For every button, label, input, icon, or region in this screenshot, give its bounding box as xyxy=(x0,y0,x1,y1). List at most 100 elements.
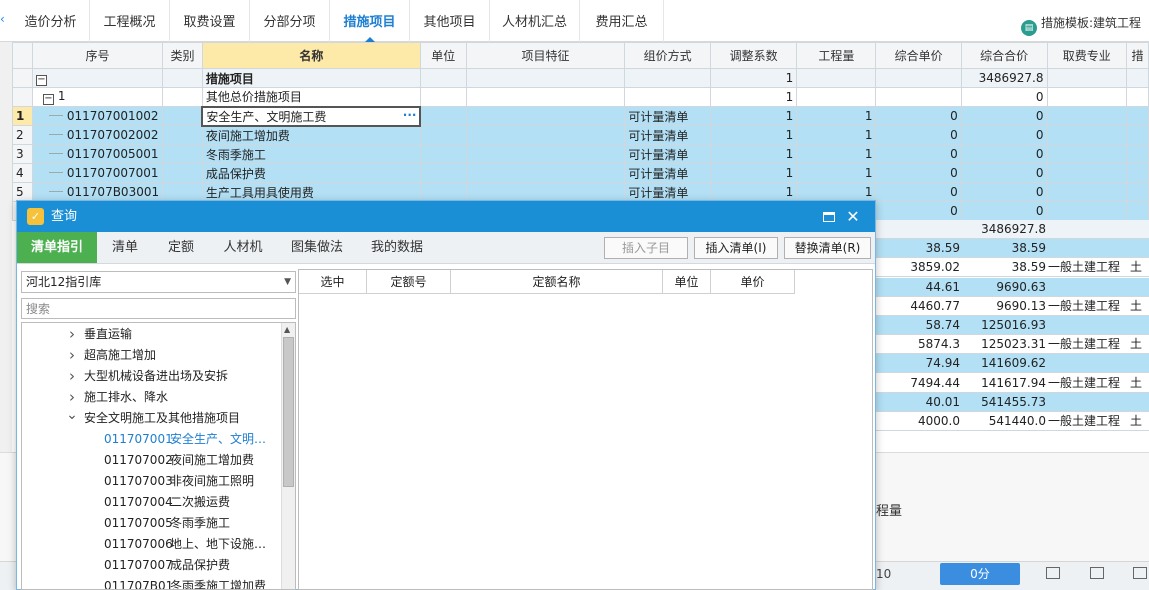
tree-folder-item[interactable]: › 超高施工增加 xyxy=(22,345,280,366)
cell-name[interactable]: 措施项目 xyxy=(201,68,421,88)
cell-extra[interactable] xyxy=(1125,163,1149,183)
cell-method[interactable] xyxy=(624,68,711,88)
col-header-unit-price[interactable]: 综合单价 xyxy=(875,42,962,69)
cell-c1[interactable]: 3859.02 xyxy=(876,258,960,277)
cell-total[interactable]: 0 xyxy=(960,87,1048,107)
cell-c1[interactable]: 44.61 xyxy=(876,278,960,297)
tab-project-overview[interactable]: 工程概况 xyxy=(90,0,170,42)
grid-row-right-part[interactable]: 5874.3 125023.31 一般土建工程土 xyxy=(876,335,1149,355)
cell-feature[interactable] xyxy=(465,87,626,107)
cell-c3[interactable] xyxy=(1048,316,1128,335)
col-header-seq[interactable]: 序号 xyxy=(31,42,164,69)
cell-major[interactable] xyxy=(1046,182,1127,202)
tree-folder-item[interactable]: › 施工排水、降水 xyxy=(22,387,280,408)
cell-total[interactable]: 0 xyxy=(960,182,1048,202)
col-header-category[interactable]: 类别 xyxy=(162,42,203,69)
grid-row-right-part[interactable]: 3859.02 38.59 一般土建工程土 xyxy=(876,258,1149,278)
cell-extra[interactable] xyxy=(1125,106,1149,126)
cell-c4[interactable] xyxy=(1130,316,1149,335)
dtab-atlas-method[interactable]: 图集做法 xyxy=(277,232,357,263)
col-header-unit[interactable]: 单位 xyxy=(419,42,467,69)
cell-c3[interactable] xyxy=(1048,220,1128,239)
cell-coef[interactable]: 1 xyxy=(709,144,798,164)
view-single-icon[interactable] xyxy=(1046,567,1060,579)
tab-labor-material-summary[interactable]: 人材机汇总 xyxy=(490,0,580,42)
cell-c4[interactable] xyxy=(1130,220,1149,239)
measure-template-selector[interactable]: ▤ 措施模板:建筑工程 xyxy=(1020,14,1141,36)
cell-total[interactable]: 0 xyxy=(960,201,1048,221)
cell-total[interactable]: 0 xyxy=(960,144,1048,164)
qcol-header-unit[interactable]: 单位 xyxy=(663,270,711,294)
qcol-header-unit-price[interactable]: 单价 xyxy=(711,270,795,294)
grid-row-right-part[interactable]: 44.61 9690.63 xyxy=(876,277,1149,297)
cell-feature[interactable] xyxy=(465,144,626,164)
cell-c2[interactable]: 541440.0 xyxy=(962,412,1046,431)
maximize-icon[interactable] xyxy=(823,212,835,222)
tree-leaf-item[interactable]: 011707007 成品保护费 xyxy=(22,555,280,576)
cell-cat[interactable] xyxy=(162,163,203,183)
cell-c3[interactable]: 一般土建工程 xyxy=(1048,374,1128,393)
row-number[interactable]: 1 xyxy=(12,106,33,126)
cell-code[interactable]: 011707001002 xyxy=(31,106,164,126)
cell-total[interactable]: 3486927.8 xyxy=(960,68,1048,88)
cell-c3[interactable]: 一般土建工程 xyxy=(1048,297,1128,316)
grid-row[interactable]: 2 011707002002 夜间施工增加费 可计量清单 1 1 0 0 xyxy=(12,125,1149,145)
cell-c1[interactable]: 7494.44 xyxy=(876,374,960,393)
chevron-right-icon[interactable]: › xyxy=(66,345,78,365)
cell-major[interactable] xyxy=(1046,125,1127,145)
tab-measures[interactable]: 措施项目 xyxy=(330,0,410,42)
cell-c1[interactable]: 58.74 xyxy=(876,316,960,335)
cell-cat[interactable] xyxy=(162,182,203,202)
insert-list-button[interactable]: 插入清单(I) xyxy=(694,237,778,259)
collapse-icon[interactable]: − xyxy=(42,94,54,105)
cell-price[interactable]: 0 xyxy=(875,163,962,183)
cell-c2[interactable]: 141609.62 xyxy=(962,354,1046,373)
score-button[interactable]: 0分 xyxy=(940,563,1020,585)
cell-extra[interactable] xyxy=(1125,182,1149,202)
grid-row-right-part[interactable]: 4460.77 9690.13 一般土建工程土 xyxy=(876,296,1149,316)
tab-fee-settings[interactable]: 取费设置 xyxy=(170,0,250,42)
cell-price[interactable]: 0 xyxy=(875,201,962,221)
qcol-header-quota-name[interactable]: 定额名称 xyxy=(451,270,663,294)
tab-cost-analysis[interactable]: 造价分析 xyxy=(12,0,90,42)
cell-unit[interactable] xyxy=(419,68,467,88)
chevron-right-icon[interactable]: › xyxy=(66,324,78,344)
cell-qty[interactable]: 1 xyxy=(796,144,877,164)
cell-price[interactable]: 0 xyxy=(875,182,962,202)
cell-c2[interactable]: 3486927.8 xyxy=(962,220,1046,239)
cell-name[interactable]: 冬雨季施工 xyxy=(201,144,421,164)
tab-subsection[interactable]: 分部分项 xyxy=(250,0,330,42)
cell-cat[interactable] xyxy=(162,87,203,107)
row-number[interactable]: 4 xyxy=(12,163,33,183)
cell-major[interactable] xyxy=(1046,201,1127,221)
cell-c4[interactable]: 土 xyxy=(1130,297,1149,316)
dtab-quota[interactable]: 定额 xyxy=(153,232,209,263)
tree-leaf-item[interactable]: 011707B01 冬雨季施工增加费 xyxy=(22,576,280,589)
view-grid-icon[interactable] xyxy=(1133,567,1147,579)
grid-row-right-part[interactable]: 40.01 541455.73 xyxy=(876,392,1149,412)
grid-row[interactable]: −1 其他总价措施项目 1 0 xyxy=(12,87,1149,107)
col-header-feature[interactable]: 项目特征 xyxy=(465,42,626,69)
cell-name[interactable]: 其他总价措施项目 xyxy=(201,87,421,107)
cell-c1[interactable]: 38.59 xyxy=(876,239,960,258)
chevron-right-icon[interactable]: › xyxy=(66,366,78,386)
cell-c2[interactable]: 9690.63 xyxy=(962,278,1046,297)
cell-price[interactable] xyxy=(875,87,962,107)
cell-c4[interactable]: 土 xyxy=(1130,374,1149,393)
cell-c3[interactable]: 一般土建工程 xyxy=(1048,258,1128,277)
cell-cat[interactable] xyxy=(162,68,203,88)
cell-code[interactable]: 011707005001 xyxy=(31,144,164,164)
cell-unit[interactable] xyxy=(419,182,467,202)
grid-row-right-part[interactable]: 74.94 141609.62 xyxy=(876,354,1149,374)
cell-qty[interactable] xyxy=(796,87,877,107)
cell-price[interactable]: 0 xyxy=(875,106,962,126)
cell-cat[interactable] xyxy=(162,144,203,164)
cell-coef[interactable]: 1 xyxy=(709,106,798,126)
cell-method[interactable]: 可计量清单 xyxy=(624,163,711,183)
cell-code[interactable]: 011707002002 xyxy=(31,125,164,145)
tree-leaf-item[interactable]: 011707006 地上、地下设施… xyxy=(22,534,280,555)
cell-qty[interactable]: 1 xyxy=(796,163,877,183)
cell-c1[interactable]: 5874.3 xyxy=(876,335,960,354)
dtab-my-data[interactable]: 我的数据 xyxy=(357,232,437,263)
cell-coef[interactable]: 1 xyxy=(709,163,798,183)
